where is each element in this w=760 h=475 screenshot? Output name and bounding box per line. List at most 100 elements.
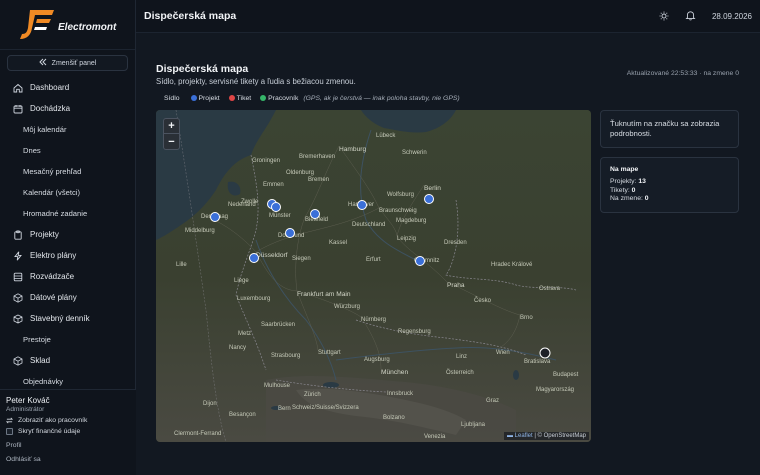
city-label: Bremerhaven [299,154,336,160]
sidebar-item-dashboard[interactable]: Dashboard [0,77,135,98]
sidebar-item-projects[interactable]: Projekty [0,224,135,245]
city-label: Česko [474,298,492,304]
city-label: Emmen [263,182,284,188]
hide-finance-toggle[interactable]: Skryť finančné údaje [6,428,130,435]
sidebar-item-label: Objednávky [23,377,64,386]
city-label: Saarbrücken [261,322,296,328]
collapse-sidebar-label: Zmenšiť panel [51,59,97,67]
city-label: Wien [496,350,510,356]
city-label: Linz [456,354,468,360]
page-subtitle: Sídlo, projekty, servisné tikety a ľudia… [156,77,356,86]
city-label: Mulhouse [264,383,291,389]
hide-finance-checkbox[interactable] [6,428,13,435]
brand-logo[interactable]: Electromont [0,0,135,50]
sidebar-item-today[interactable]: Dnes [0,140,135,161]
legend-ticket: Tiket [228,95,251,102]
user-name: Peter Kováč [6,396,50,405]
view-as-worker-label: Zobraziť ako pracovník [18,417,88,424]
city-label: Nürnberg [361,317,387,323]
sidebar-item-electro-plans[interactable]: Elektro plány [0,245,135,266]
book-icon [13,314,23,323]
sidebar-item-downtimes[interactable]: Prestoje [0,329,135,350]
legend-worker: Pracovník [260,95,298,102]
project-marker[interactable] [271,202,281,212]
city-label: Münster [269,213,291,219]
legend-hq: Sídlo [164,95,180,102]
legend-worker-hint: (GPS, ak je čerstvá — inak poloha stavby… [303,95,460,102]
project-marker[interactable] [210,212,220,222]
sidebar: Electromont Zmenšiť panel Dashboard Doch… [0,0,136,475]
sidebar-item-label: Stavebný denník [30,314,90,323]
sidebar-item-attendance[interactable]: Dochádzka [0,98,135,119]
worker-dot-icon [260,95,267,101]
city-label: Lübeck [376,133,396,139]
sidebar-item-label: Rozvádzače [30,272,75,281]
sidebar-item-construction-diary[interactable]: Stavebný denník [0,308,135,329]
ticket-dot-icon [228,95,235,101]
project-marker[interactable] [310,209,320,219]
stats-on-shift-label: Na zmene: [610,195,643,203]
city-label: Hamburg [339,146,367,153]
stats-title: Na mape [610,166,639,173]
city-label: Graz [486,398,500,404]
sidebar-item-label: Môj kalendár [23,125,67,134]
legend-hq-label: Sídlo [164,95,180,102]
box-icon [13,355,23,366]
home-icon [13,83,23,92]
sidebar-item-label: Sklad [30,356,51,365]
city-label: Budapest [553,372,579,378]
project-marker[interactable] [415,256,425,266]
leaflet-link[interactable]: ▬ Leaflet [507,433,533,439]
project-marker[interactable] [357,200,367,210]
bell-icon[interactable] [685,10,696,23]
city-label: Österreich [446,370,474,376]
city-label: Bolzano [383,415,405,421]
double-chevron-left-icon [38,58,47,68]
project-marker[interactable] [249,253,259,263]
city-label: Praha [447,282,465,289]
hq-marker[interactable] [539,347,551,359]
dispatch-map[interactable]: Lübeck Schwerin Hamburg Bremerhaven Groninge… [156,110,591,442]
brand-name: Electromont [58,22,117,33]
osm-attribution[interactable]: | © OpenStreetMap [534,433,586,439]
city-label: Dijon [203,401,217,407]
project-marker[interactable] [285,228,295,238]
city-label: Siegen [292,256,311,262]
sidebar-item-switchboards[interactable]: Rozvádzače [0,266,135,287]
city-label: Bratislava [524,359,551,365]
city-label: Middelburg [185,228,215,234]
sun-icon[interactable] [659,11,669,23]
city-label: Ljubljana [461,422,486,428]
city-label: München [381,369,409,376]
city-label: Leipzig [397,236,417,242]
main-content: Dispečerská mapa Sídlo, projekty, servis… [136,33,760,475]
sidebar-nav: Dashboard Dochádzka Môj kalendár Dnes Me… [0,77,135,392]
map-stats-panel: Na mape Projekty: 13 Tikety: 0 Na zmene:… [600,157,739,213]
cube-icon [13,292,23,303]
zoom-out-button[interactable]: − [164,134,179,149]
stats-projects-value: 13 [638,178,646,185]
city-label: Wolfsburg [387,192,414,198]
view-as-worker-button[interactable]: Zobraziť ako pracovník [6,417,130,424]
calendar-icon [13,104,23,113]
logout-link[interactable]: Odhlásiť sa [6,456,130,463]
zoom-in-button[interactable]: + [164,119,179,134]
city-label: Groningen [252,158,281,164]
current-date: 28.09.2026 [711,12,752,21]
sidebar-item-label: Dátové plány [30,293,77,302]
project-marker[interactable] [424,194,434,204]
sidebar-item-my-calendar[interactable]: Môj kalendár [0,119,135,140]
collapse-sidebar-button[interactable]: Zmenšiť panel [7,55,128,71]
top-bar: Dispečerská mapa 28.09.2026 [136,0,760,33]
sidebar-item-warehouse[interactable]: Sklad [0,350,135,371]
city-label: Ostrava [539,286,561,292]
legend-project: Projekt [190,95,220,102]
sidebar-item-monthly-overview[interactable]: Mesačný prehľad [0,161,135,182]
sidebar-item-bulk-entry[interactable]: Hromadné zadanie [0,203,135,224]
user-panel: Peter Kováč Administrátor Zobraziť ako p… [0,389,136,475]
sidebar-item-calendar-all[interactable]: Kalendár (všetci) [0,182,135,203]
sidebar-item-data-plans[interactable]: Dátové plány [0,287,135,308]
leaflet-label: Leaflet [514,433,533,439]
city-label: Bern [278,406,291,412]
profile-link[interactable]: Profil [6,442,130,449]
